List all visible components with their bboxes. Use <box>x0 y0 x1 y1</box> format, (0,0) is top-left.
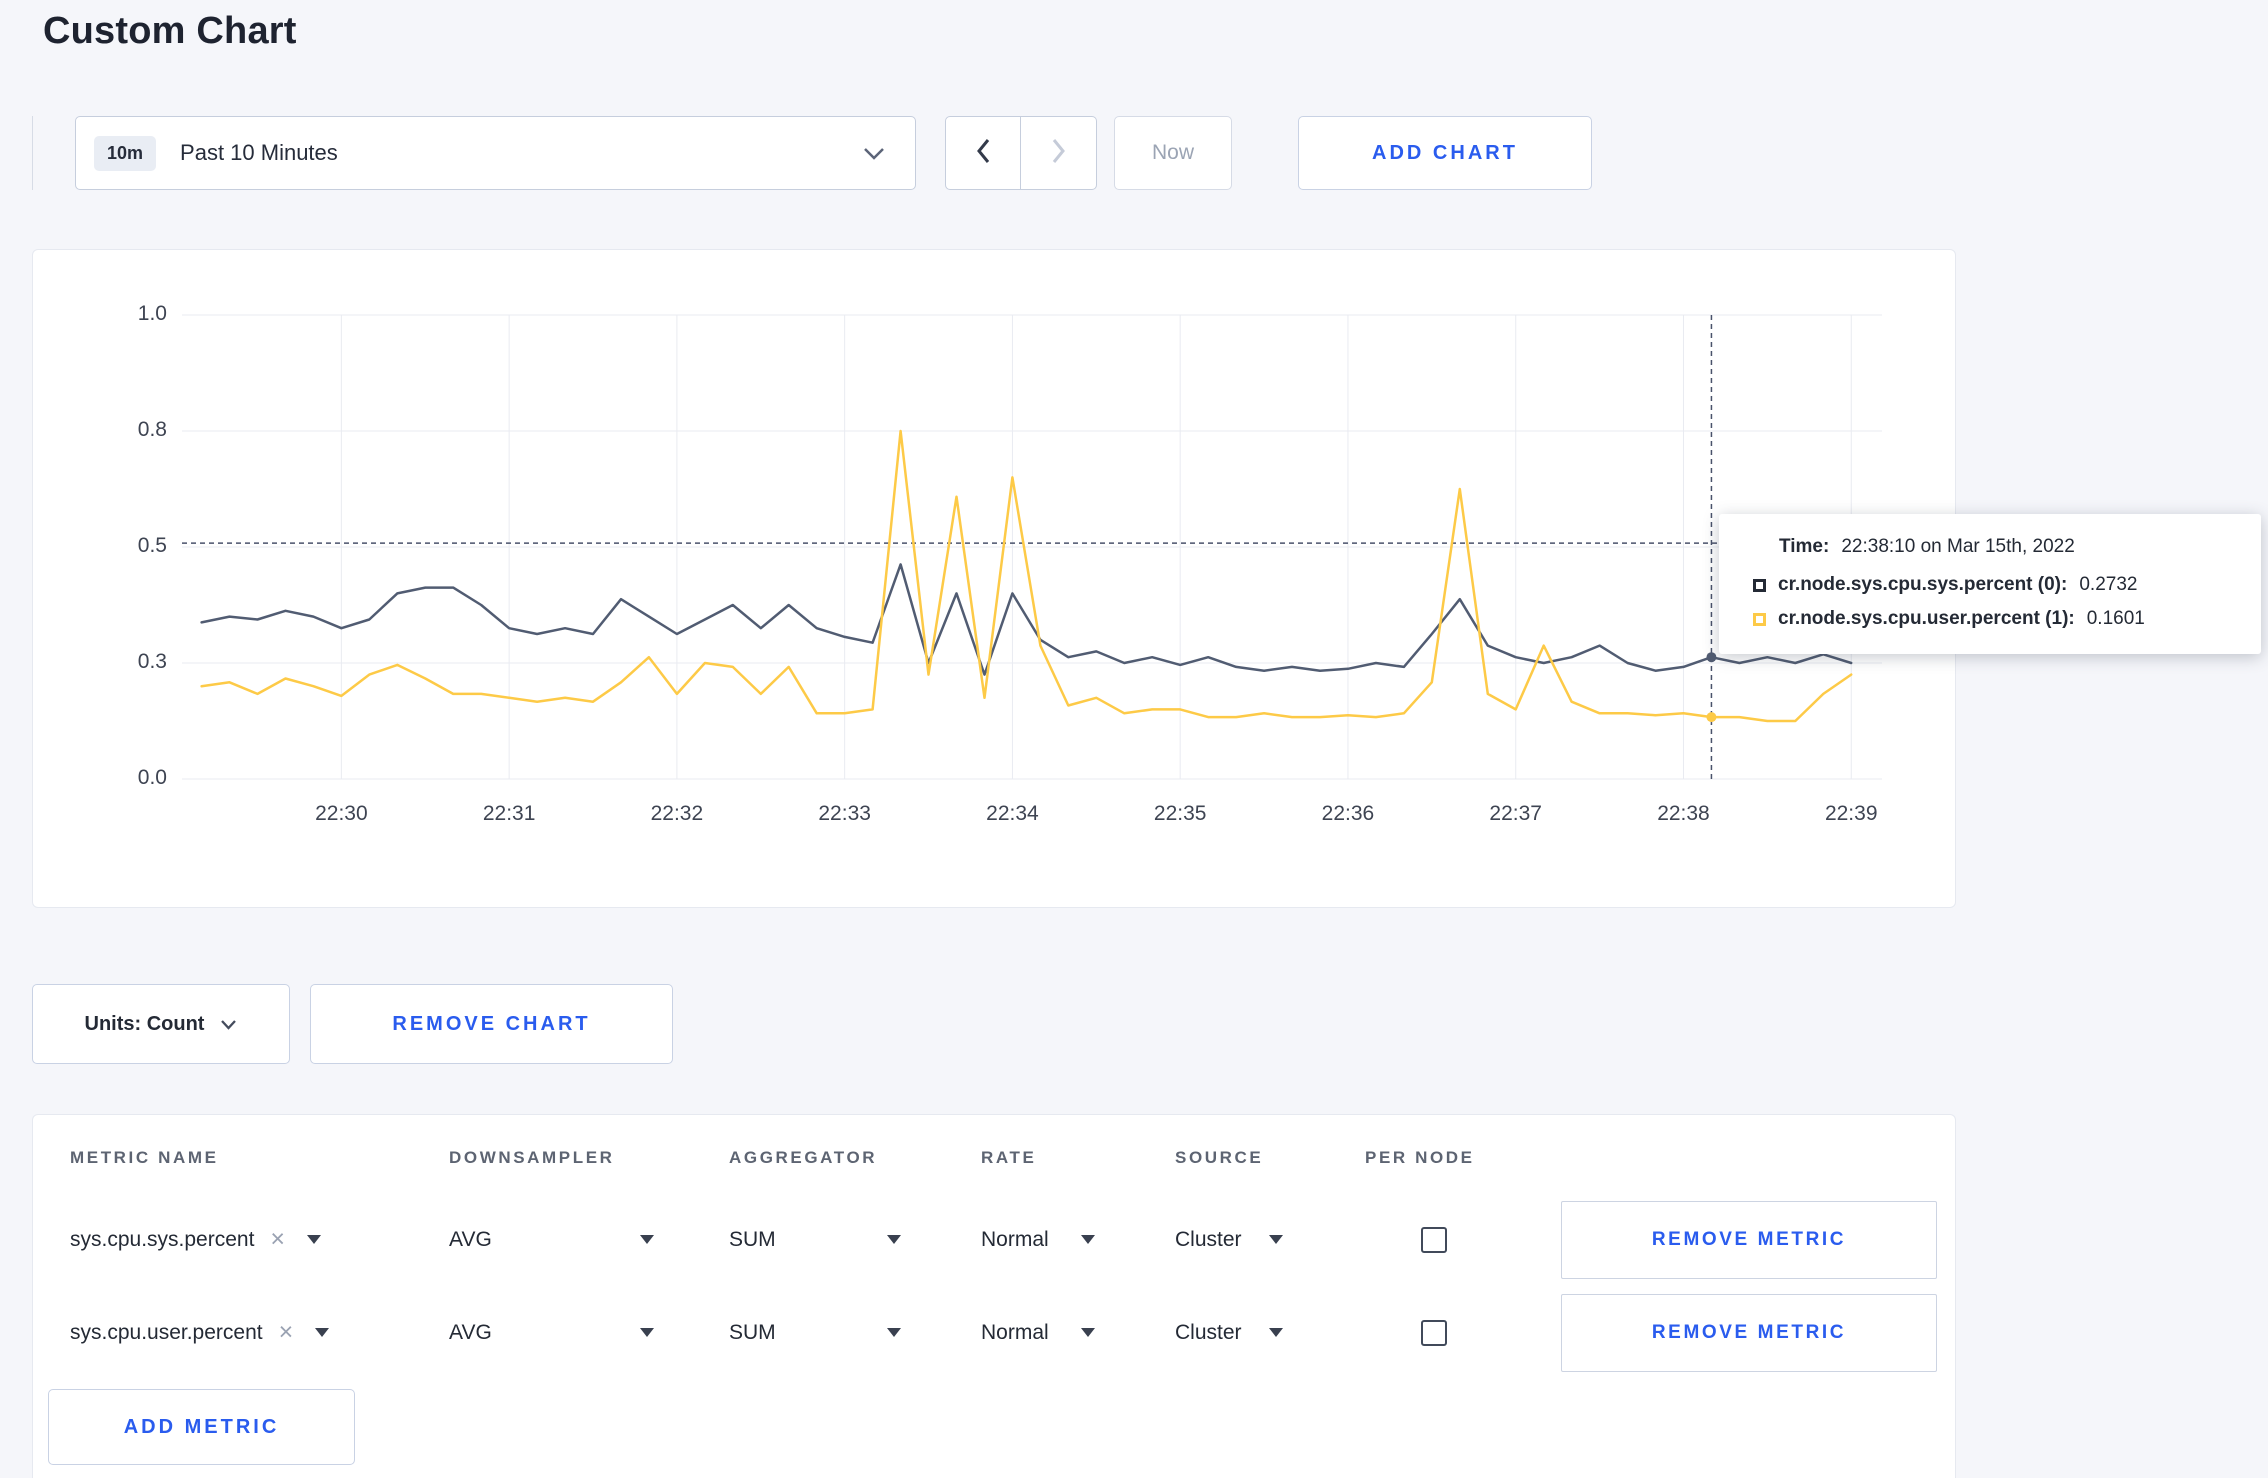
metric-name-select[interactable]: sys.cpu.user.percent × <box>70 1320 330 1345</box>
x-axis-tick-label: 22:30 <box>315 802 368 825</box>
metrics-table-header: METRIC NAME DOWNSAMPLER AGGREGATOR RATE … <box>33 1115 1955 1193</box>
prev-time-button[interactable] <box>945 116 1021 190</box>
x-axis-tick-label: 22:34 <box>986 802 1039 825</box>
metric-name-value: sys.cpu.sys.percent <box>70 1227 255 1251</box>
time-nav-group <box>945 116 1097 190</box>
y-axis-tick-label: 0.5 <box>137 534 167 557</box>
downsampler-select[interactable]: AVG <box>449 1228 654 1252</box>
tooltip-series-row: cr.node.sys.cpu.sys.percent (0): 0.2732 <box>1753 574 2237 596</box>
series-color-swatch-icon <box>1753 578 1766 592</box>
caret-down-icon <box>315 1328 330 1337</box>
page-title: Custom Chart <box>43 10 297 52</box>
aggregator-select[interactable]: SUM <box>729 1228 901 1252</box>
column-header-downsampler: DOWNSAMPLER <box>449 1148 615 1167</box>
tooltip-series-name: cr.node.sys.cpu.user.percent (1): <box>1778 608 2075 629</box>
per-node-checkbox[interactable] <box>1421 1226 1447 1253</box>
caret-down-icon <box>640 1328 654 1337</box>
downsampler-value: AVG <box>449 1320 492 1344</box>
tooltip-series-value: 0.1601 <box>2086 608 2145 629</box>
chart-tooltip: Time: 22:38:10 on Mar 15th, 2022 cr.node… <box>1719 514 2261 654</box>
caret-down-icon <box>1081 1235 1095 1244</box>
column-header-per-node: PER NODE <box>1365 1148 1475 1167</box>
column-header-aggregator: AGGREGATOR <box>729 1148 878 1167</box>
caret-down-icon <box>640 1235 654 1244</box>
column-header-source: SOURCE <box>1175 1148 1264 1167</box>
rate-value: Normal <box>981 1227 1049 1251</box>
downsampler-value: AVG <box>449 1227 492 1251</box>
column-header-rate: RATE <box>981 1148 1037 1167</box>
chevron-left-icon <box>976 137 991 170</box>
clear-metric-icon[interactable]: × <box>279 1320 294 1345</box>
x-axis-tick-label: 22:32 <box>650 802 704 825</box>
metric-name-value: sys.cpu.user.percent <box>70 1320 263 1344</box>
units-label: Units: Count <box>84 1012 205 1035</box>
x-axis-tick-label: 22:39 <box>1824 802 1878 825</box>
column-header-metric-name: METRIC NAME <box>70 1148 219 1167</box>
x-axis-tick-label: 22:37 <box>1489 802 1542 825</box>
x-axis-tick-label: 22:38 <box>1657 802 1710 825</box>
caret-down-icon <box>887 1328 901 1337</box>
tooltip-series-value: 0.2732 <box>2079 574 2138 595</box>
chart-card: 22:30 22:31 22:32 22:33 22:34 22:35 22:36 22:37… <box>32 249 1956 908</box>
chevron-down-icon <box>220 1013 237 1036</box>
caret-down-icon <box>1269 1235 1283 1244</box>
rate-select[interactable]: Normal <box>981 1228 1095 1252</box>
time-range-dropdown[interactable]: 10m Past 10 Minutes <box>75 116 916 190</box>
toolbar-left-divider <box>32 116 33 190</box>
chart-plot[interactable] <box>182 314 1882 780</box>
y-axis-tick-label: 0.3 <box>137 650 167 673</box>
source-select[interactable]: Cluster <box>1175 1228 1283 1252</box>
aggregator-value: SUM <box>729 1320 776 1344</box>
source-select[interactable]: Cluster <box>1175 1321 1283 1345</box>
tooltip-time-row: Time: 22:38:10 on Mar 15th, 2022 <box>1779 536 2237 558</box>
tooltip-series-row: cr.node.sys.cpu.user.percent (1): 0.1601 <box>1753 608 2237 630</box>
per-node-checkbox[interactable] <box>1421 1319 1447 1346</box>
series-color-swatch-icon <box>1753 612 1766 626</box>
add-metric-button[interactable]: ADD METRIC <box>48 1389 355 1465</box>
next-time-button[interactable] <box>1021 116 1097 190</box>
x-axis-tick-label: 22:36 <box>1321 802 1375 825</box>
source-value: Cluster <box>1175 1320 1242 1344</box>
x-axis-tick-label: 22:31 <box>482 802 536 825</box>
y-axis-tick-label: 1.0 <box>137 302 167 325</box>
rate-select[interactable]: Normal <box>981 1321 1095 1345</box>
y-axis-tick-label: 0.0 <box>137 766 167 789</box>
tooltip-time-value: 22:38:10 on Mar 15th, 2022 <box>1841 536 2075 557</box>
tooltip-time-label: Time: <box>1779 536 1830 557</box>
tooltip-series-name: cr.node.sys.cpu.sys.percent (0): <box>1778 574 2068 595</box>
rate-value: Normal <box>981 1320 1049 1344</box>
caret-down-icon <box>887 1235 901 1244</box>
time-range-label: Past 10 Minutes <box>180 140 338 165</box>
remove-metric-button[interactable]: REMOVE METRIC <box>1561 1200 1937 1279</box>
y-axis-tick-label: 0.8 <box>137 418 167 441</box>
table-row: sys.cpu.sys.percent × AVG SUM Normal Clu… <box>33 1193 1955 1286</box>
chevron-right-icon <box>1051 137 1066 170</box>
remove-chart-button[interactable]: REMOVE CHART <box>310 984 673 1064</box>
x-axis-tick-label: 22:33 <box>818 802 871 825</box>
source-value: Cluster <box>1175 1227 1242 1251</box>
time-range-badge: 10m <box>94 135 157 171</box>
clear-metric-icon[interactable]: × <box>270 1227 285 1252</box>
aggregator-value: SUM <box>729 1227 776 1251</box>
units-dropdown[interactable]: Units: Count <box>32 984 290 1064</box>
table-row: sys.cpu.user.percent × AVG SUM Normal Cl… <box>33 1286 1955 1379</box>
chevron-down-icon <box>863 147 885 160</box>
aggregator-select[interactable]: SUM <box>729 1321 901 1345</box>
caret-down-icon <box>1269 1328 1283 1337</box>
caret-down-icon <box>1081 1328 1095 1337</box>
remove-metric-button[interactable]: REMOVE METRIC <box>1561 1293 1937 1372</box>
now-button[interactable]: Now <box>1114 116 1232 190</box>
metric-name-select[interactable]: sys.cpu.sys.percent × <box>70 1227 322 1252</box>
add-chart-button[interactable]: ADD CHART <box>1298 116 1592 190</box>
caret-down-icon <box>307 1235 322 1244</box>
downsampler-select[interactable]: AVG <box>449 1321 654 1345</box>
x-axis-tick-label: 22:35 <box>1153 802 1207 825</box>
